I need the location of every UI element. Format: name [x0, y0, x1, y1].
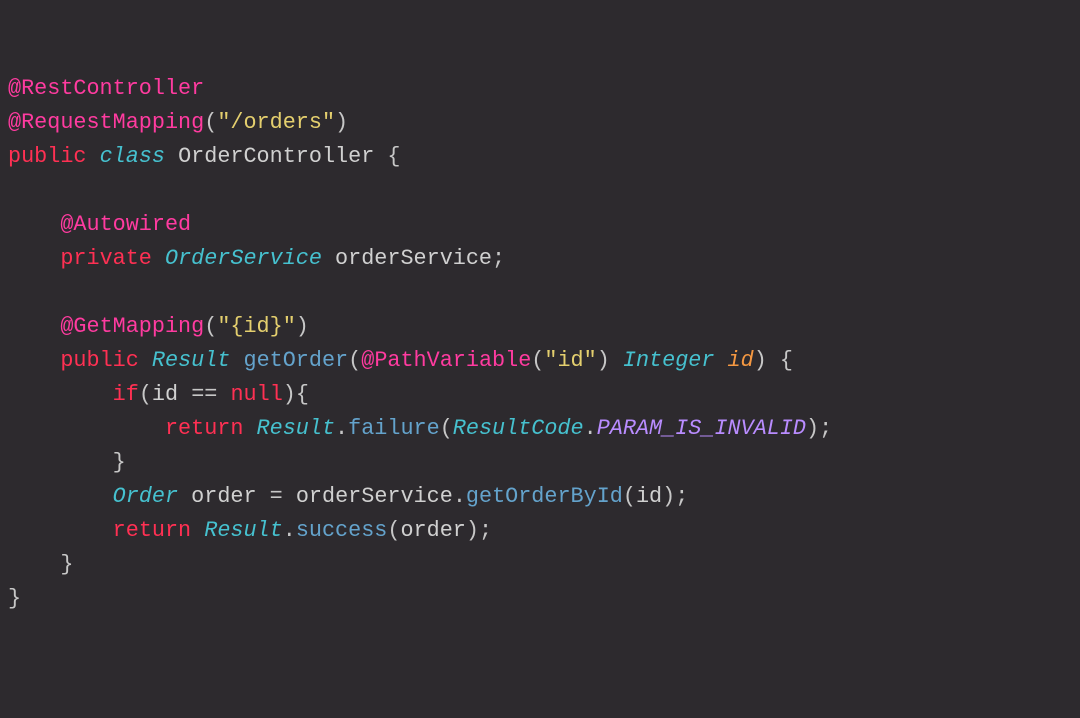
keyword-private: private: [60, 246, 152, 271]
type-result: Result: [204, 518, 282, 543]
annotation-restcontroller: @RestController: [8, 76, 204, 101]
annotation-autowired: @Autowired: [60, 212, 191, 237]
brace-close: }: [8, 586, 21, 611]
line-15: }: [8, 552, 73, 577]
brace-open: {: [780, 348, 793, 373]
var-id: id: [152, 382, 178, 407]
arg-order: order: [400, 518, 465, 543]
paren-close: ): [335, 110, 348, 135]
line-11: return Result.failure(ResultCode.PARAM_I…: [8, 416, 832, 441]
type-order: Order: [113, 484, 178, 509]
line-1: @RestController: [8, 76, 204, 101]
param-id: id: [728, 348, 754, 373]
method-success: success: [296, 518, 388, 543]
brace-close: }: [60, 552, 73, 577]
method-getorderbyid: getOrderById: [466, 484, 623, 509]
var-orderservice: orderService: [296, 484, 453, 509]
keyword-if: if: [113, 382, 139, 407]
field-orderservice: orderService: [335, 246, 492, 271]
line-3: public class OrderController {: [8, 144, 400, 169]
annotation-pathvariable: @PathVariable: [361, 348, 531, 373]
operator-assign: =: [270, 484, 283, 509]
code-block: @RestController @RequestMapping("/orders…: [8, 72, 1072, 616]
string-literal: "{id}": [217, 314, 295, 339]
line-6: private OrderService orderService;: [8, 246, 505, 271]
brace-open: {: [387, 144, 400, 169]
semicolon: ;: [492, 246, 505, 271]
string-literal: "/orders": [217, 110, 335, 135]
var-order: order: [191, 484, 256, 509]
semicolon: ;: [819, 416, 832, 441]
line-9: public Result getOrder(@PathVariable("id…: [8, 348, 793, 373]
semicolon: ;: [675, 484, 688, 509]
line-10: if(id == null){: [8, 382, 309, 407]
arg-id: id: [636, 484, 662, 509]
type-result: Result: [257, 416, 335, 441]
line-12: }: [8, 450, 126, 475]
type-integer: Integer: [623, 348, 715, 373]
keyword-class: class: [100, 144, 165, 169]
paren-open: (: [204, 110, 217, 135]
keyword-return: return: [113, 518, 191, 543]
annotation-getmapping: @GetMapping: [60, 314, 204, 339]
string-literal: "id": [544, 348, 596, 373]
keyword-public: public: [60, 348, 138, 373]
type-resultcode: ResultCode: [453, 416, 584, 441]
type-orderservice: OrderService: [165, 246, 322, 271]
line-2: @RequestMapping("/orders"): [8, 110, 348, 135]
brace-open: {: [296, 382, 309, 407]
keyword-null: null: [230, 382, 282, 407]
class-name: OrderController: [178, 144, 374, 169]
line-8: @GetMapping("{id}"): [8, 314, 309, 339]
keyword-public: public: [8, 144, 86, 169]
constant-param-is-invalid: PARAM_IS_INVALID: [597, 416, 806, 441]
method-getorder: getOrder: [243, 348, 348, 373]
keyword-return: return: [165, 416, 243, 441]
line-14: return Result.success(order);: [8, 518, 492, 543]
line-13: Order order = orderService.getOrderById(…: [8, 484, 688, 509]
line-5: @Autowired: [8, 212, 191, 237]
operator-eq: ==: [191, 382, 217, 407]
type-result: Result: [152, 348, 230, 373]
annotation-requestmapping: @RequestMapping: [8, 110, 204, 135]
method-failure: failure: [348, 416, 440, 441]
line-16: }: [8, 586, 21, 611]
brace-close: }: [113, 450, 126, 475]
semicolon: ;: [479, 518, 492, 543]
